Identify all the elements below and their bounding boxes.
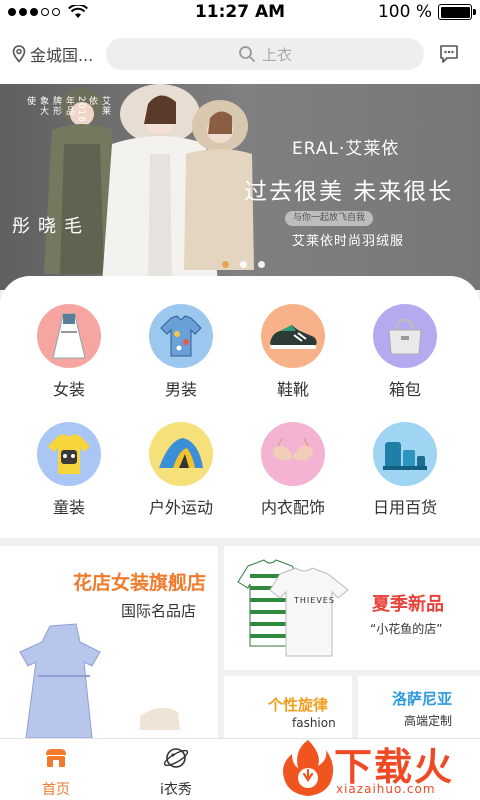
search-icon bbox=[239, 46, 255, 62]
category-grid: 女装 男装 鞋靴 箱包 童装 户外运动 内衣配饰 日用百货 bbox=[0, 276, 480, 538]
banner-subslogan: 艾莱依时尚羽绒服 bbox=[292, 234, 405, 249]
category-label: 日用百货 bbox=[372, 498, 437, 517]
category-label: 男装 bbox=[164, 380, 197, 399]
watermark: 下载火 xiazaihuo.com bbox=[278, 736, 478, 800]
watermark-url: xiazaihuo.com bbox=[336, 782, 436, 796]
carousel-dot[interactable] bbox=[258, 261, 265, 268]
tent-icon bbox=[149, 422, 213, 486]
location-label: 金城国... bbox=[30, 46, 94, 65]
battery-icon bbox=[438, 4, 476, 20]
household-icon bbox=[373, 422, 437, 486]
promo-subtitle: 高端定制 bbox=[404, 714, 453, 728]
banner-tagline-pill: 与你一起放飞自我 bbox=[285, 211, 374, 226]
flame-logo-icon bbox=[283, 740, 334, 796]
carousel-dot[interactable] bbox=[222, 261, 229, 268]
category-shoes[interactable]: 鞋靴 bbox=[238, 304, 348, 414]
planet-icon bbox=[163, 748, 189, 768]
promo-banner[interactable]: 艾莱依2018年品牌形象大使 毛晓彤 ERAL·艾莱依 过去很美 未来很长 与你… bbox=[0, 84, 480, 290]
banner-brand-logo: ERAL·艾莱依 bbox=[292, 139, 400, 159]
wifi-icon bbox=[68, 5, 88, 18]
tab-label: 首页 bbox=[42, 782, 70, 798]
promo-lozano[interactable]: 洛萨尼亚 高端定制 bbox=[358, 676, 480, 738]
category-label: 户外运动 bbox=[148, 498, 213, 517]
tshirt-print-text: THIEVES bbox=[294, 596, 335, 605]
sneaker-icon bbox=[261, 304, 325, 368]
promo-title: 个性旋律 bbox=[268, 696, 329, 714]
category-outdoor[interactable]: 户外运动 bbox=[126, 422, 236, 532]
category-underwear[interactable]: 内衣配饰 bbox=[238, 422, 348, 532]
category-label: 童装 bbox=[52, 498, 85, 517]
carousel-dot[interactable] bbox=[240, 261, 247, 268]
bra-icon bbox=[261, 422, 325, 486]
dress-icon bbox=[37, 304, 101, 368]
category-kids[interactable]: 童装 bbox=[14, 422, 124, 532]
promo-summer-new[interactable]: THIEVES 夏季新品 “小花鱼的店” bbox=[224, 546, 480, 670]
message-icon[interactable] bbox=[438, 43, 460, 65]
location-selector[interactable]: 金城国... bbox=[0, 42, 100, 66]
status-bar: 11:27 AM 100 % bbox=[0, 0, 480, 24]
category-women[interactable]: 女装 bbox=[14, 304, 124, 414]
handbag-icon bbox=[373, 304, 437, 368]
tab-label: i衣秀 bbox=[160, 782, 192, 798]
promo-personal-melody[interactable]: 个性旋律 fashion bbox=[224, 676, 352, 738]
banner-ambassador-name: 毛晓彤 bbox=[9, 216, 82, 236]
search-header: 金城国... 上衣 bbox=[0, 24, 480, 84]
category-household[interactable]: 日用百货 bbox=[350, 422, 460, 532]
banner-slogan: 过去很美 未来很长 bbox=[244, 179, 454, 205]
carousel-indicator[interactable] bbox=[222, 261, 265, 268]
category-label: 内衣配饰 bbox=[260, 498, 325, 517]
battery-percent: 100 % bbox=[377, 2, 432, 22]
category-label: 女装 bbox=[52, 380, 85, 399]
tab-home[interactable]: 首页 bbox=[6, 739, 106, 800]
shirt-icon bbox=[149, 304, 213, 368]
search-placeholder: 上衣 bbox=[261, 45, 292, 64]
category-label: 箱包 bbox=[388, 380, 421, 399]
banner-ambassador-text: 艾莱依2018年品牌形象大使 bbox=[25, 96, 110, 123]
kids-tshirt-icon bbox=[37, 422, 101, 486]
location-pin-icon bbox=[12, 45, 26, 63]
promo-subtitle: “小花鱼的店” bbox=[370, 622, 443, 636]
home-shop-icon bbox=[46, 749, 66, 767]
tab-i-show[interactable]: i衣秀 bbox=[126, 739, 226, 800]
category-label: 鞋靴 bbox=[276, 380, 309, 399]
signal-strength-icon bbox=[8, 5, 88, 19]
category-bags[interactable]: 箱包 bbox=[350, 304, 460, 414]
search-input[interactable]: 上衣 bbox=[106, 38, 424, 70]
dress-product-image bbox=[19, 623, 180, 738]
promo-subtitle: fashion bbox=[292, 716, 336, 730]
promo-flagship-store[interactable]: 花店女装旗舰店 国际名品店 bbox=[0, 546, 218, 738]
promo-title: 洛萨尼亚 bbox=[392, 690, 453, 708]
tshirt-product-image bbox=[237, 559, 349, 657]
category-men[interactable]: 男装 bbox=[126, 304, 236, 414]
promo-title: 夏季新品 bbox=[372, 594, 444, 615]
